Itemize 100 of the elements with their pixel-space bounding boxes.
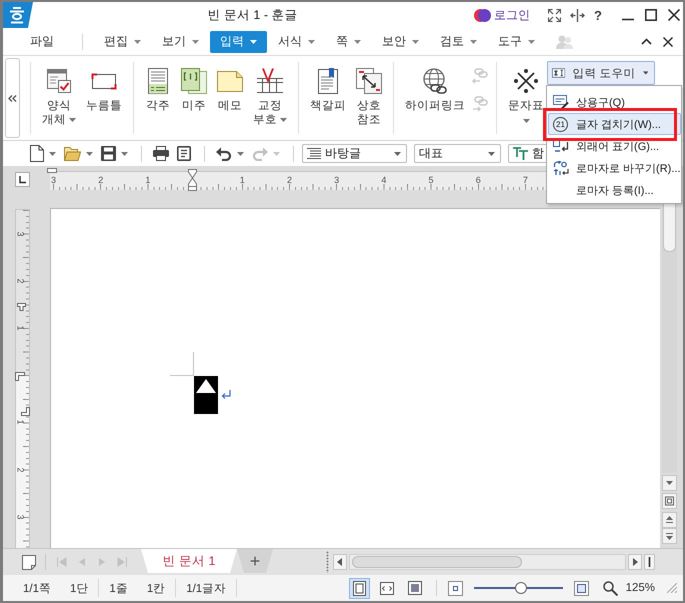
ruler-number: 1 <box>145 175 150 185</box>
split-bar-icon[interactable] <box>644 554 655 570</box>
ribbon-button[interactable]: 책갈피 <box>305 66 351 113</box>
caret-icon <box>488 152 495 156</box>
page-lines-icon <box>177 146 191 161</box>
printer-icon <box>153 146 169 161</box>
document-lines-icon <box>145 68 171 94</box>
zoom-out-icon[interactable] <box>448 580 463 596</box>
ruler-number: 5 <box>428 175 434 185</box>
page-select-icon[interactable] <box>662 493 677 509</box>
horizontal-scrollbar[interactable] <box>349 554 626 570</box>
ribbon-button[interactable]: 양식 개체 <box>37 66 81 127</box>
panel-toggle-button[interactable] <box>5 58 20 138</box>
page-frame-icon <box>352 580 366 596</box>
next-page-icon[interactable] <box>662 528 677 544</box>
ruler-number: 4 <box>381 175 386 185</box>
font-group-dropdown[interactable]: 대표 <box>414 144 501 163</box>
top-margin-marker-icon[interactable] <box>17 303 26 311</box>
curved-arrows-icon <box>552 160 568 176</box>
tab-stop-icon[interactable] <box>15 172 30 187</box>
ribbon-button[interactable]: 하이퍼링크 <box>400 66 470 113</box>
ruler-number: 1 <box>16 420 26 425</box>
input-helper-button[interactable]: 입력 도우미 <box>547 61 655 85</box>
redo-arrow-icon <box>252 146 268 160</box>
menu-tab[interactable]: 서식 <box>268 30 325 52</box>
folder-icon <box>64 146 81 160</box>
print-button[interactable] <box>150 144 172 164</box>
menu-tab[interactable]: 쪽 <box>326 30 371 52</box>
ruler-number: 2 <box>286 175 292 185</box>
globe-chain-icon <box>422 68 448 94</box>
maximize-icon[interactable] <box>644 9 657 21</box>
login-icon <box>474 8 491 22</box>
close-icon[interactable] <box>668 9 680 21</box>
ribbon-button[interactable]: 누름틀 <box>81 66 127 113</box>
circled-number: 21 <box>553 116 568 132</box>
style-dropdown[interactable]: 바탕글 <box>302 144 407 163</box>
previous-page-icon[interactable] <box>662 512 677 528</box>
fullscreen-icon[interactable] <box>548 8 561 22</box>
menu-tab[interactable]: 편집 <box>94 30 151 52</box>
login-button[interactable]: 로그인 <box>474 6 530 24</box>
boxed-cursor-icon <box>552 67 566 79</box>
menu-item[interactable]: 상용구(Q) <box>548 91 681 113</box>
menu-tab[interactable]: 검토 <box>430 30 487 52</box>
document-tab[interactable]: 빈 문서 1 <box>141 549 237 573</box>
menu-tab[interactable]: 파일 <box>20 30 64 52</box>
close-icon[interactable] <box>663 36 673 46</box>
menu-tab[interactable]: 입력 <box>210 30 267 52</box>
documents-arrow-icon <box>356 68 382 94</box>
ribbon-button[interactable]: 문자표 <box>503 66 549 123</box>
menu-item[interactable]: 외래어 표기(G)... <box>548 135 681 157</box>
ribbon-button[interactable]: 메모 <box>212 66 248 113</box>
ribbon-button[interactable]: 교정 부호 <box>248 66 292 127</box>
ruler-number: 2 <box>16 278 26 284</box>
search-icon[interactable] <box>602 580 618 596</box>
align-lines-icon <box>307 148 321 160</box>
menu-tab[interactable]: 보기 <box>152 30 209 52</box>
scrollbar-thumb[interactable] <box>352 556 522 568</box>
document-bookmark-icon <box>315 68 341 94</box>
splitter-handle[interactable] <box>326 551 329 573</box>
help-button[interactable]: ? <box>594 8 602 22</box>
status-text: 1단 <box>70 582 88 596</box>
zoom-percent[interactable]: 125% <box>626 582 655 594</box>
paragraph-mark-icon <box>221 390 231 399</box>
preview-button[interactable] <box>174 144 194 164</box>
width-arrows-icon[interactable] <box>570 8 585 22</box>
ruler-number: 3 <box>16 514 26 520</box>
ruler-number: 2 <box>16 467 26 472</box>
menu-tab[interactable]: 도구 <box>488 30 545 52</box>
zoom-in-icon[interactable] <box>574 580 589 596</box>
new-document-button[interactable] <box>27 144 59 164</box>
ruler-number: 3 <box>334 175 340 185</box>
menu-item[interactable]: 21 글자 겹치기(W)... <box>548 113 681 135</box>
double-t-icon <box>513 147 528 160</box>
chevron-up-icon[interactable] <box>641 38 652 45</box>
bottom-corner-marker-icon[interactable] <box>21 407 30 416</box>
ribbon-button[interactable]: 각주 <box>140 66 176 113</box>
menu-tab[interactable]: 보안 <box>372 30 429 52</box>
add-tab-button[interactable]: + <box>237 549 273 573</box>
status-text: 1줄 <box>109 582 128 596</box>
zoom-slider-thumb[interactable] <box>514 582 527 594</box>
ruler-number: 1 <box>16 325 26 330</box>
page-view-button[interactable] <box>348 578 370 598</box>
ruler-number: 3 <box>51 175 56 185</box>
double-chevron-icon <box>8 94 17 102</box>
filled-square-icon <box>408 581 422 595</box>
first-line-indent-icon[interactable] <box>47 168 57 173</box>
save-button[interactable] <box>98 144 131 164</box>
ruler-number: 3 <box>16 231 26 236</box>
ruler-number: 7 <box>522 175 528 185</box>
ribbon-button[interactable]: 미주 <box>176 66 212 113</box>
blank-page-icon <box>30 145 44 162</box>
resize-grip-icon[interactable] <box>667 583 677 593</box>
sheet-icon[interactable] <box>22 554 36 570</box>
ruler-number: 6 <box>476 175 481 185</box>
note-paper-icon <box>217 68 243 94</box>
corner-marker-icon[interactable] <box>15 372 25 381</box>
ribbon-button[interactable]: 상호 참조 <box>351 66 387 127</box>
vertical-ruler[interactable]: 3 2 1 1 2 3 <box>15 209 30 548</box>
indent-marker-icon[interactable] <box>188 169 197 191</box>
margin-corner-mark <box>170 352 194 376</box>
